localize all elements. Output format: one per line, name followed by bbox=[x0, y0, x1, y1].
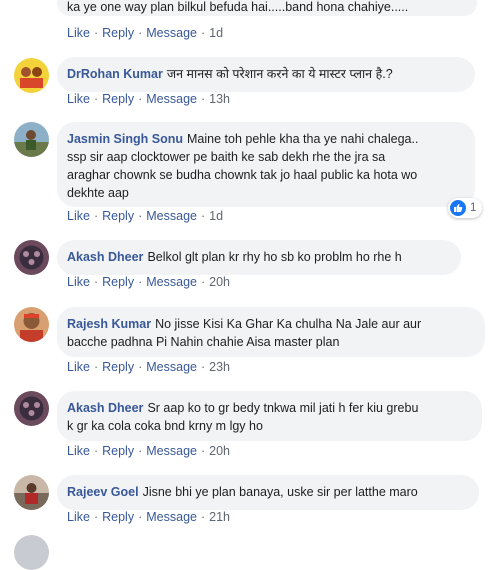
comment-bubble: Rajeev Goel Jisne bhi ye plan banaya, usk… bbox=[57, 475, 479, 510]
comment-actions: Like · Reply · Message · 23h bbox=[67, 360, 230, 374]
comment-actions: Like · Reply · Message · 20h bbox=[67, 275, 230, 289]
separator-dot: · bbox=[200, 510, 206, 524]
separator-dot: · bbox=[93, 444, 99, 458]
like-link[interactable]: Like bbox=[67, 209, 90, 223]
like-link[interactable]: Like bbox=[67, 26, 90, 40]
separator-dot: · bbox=[138, 360, 143, 374]
comment-actions: Like · Reply · Message · 1d bbox=[67, 26, 223, 40]
comment-text: Sr aap ko to gr bedy tnkwa mil jati h fe… bbox=[147, 401, 419, 415]
comment-bubble: Rajesh Kumar No jisse Kisi Ka Ghar Ka chu… bbox=[57, 307, 485, 357]
separator-dot: · bbox=[93, 360, 99, 374]
reply-link[interactable]: Reply bbox=[102, 92, 134, 106]
reaction-count[interactable]: 1 bbox=[448, 198, 483, 218]
comment-actions: Like · Reply · Message · 1d bbox=[67, 209, 223, 223]
reply-link[interactable]: Reply bbox=[102, 275, 134, 289]
separator-dot: · bbox=[200, 209, 206, 223]
comment-author[interactable]: Rajeev Goel bbox=[67, 485, 139, 499]
comment-text: Maine toh pehle kha tha ye nahi chalega.… bbox=[187, 132, 419, 146]
separator-dot: · bbox=[200, 444, 206, 458]
comment-author[interactable]: Jasmin Singh Sonu bbox=[67, 132, 183, 146]
comment-bubble: Akash Dheer Belkol glt plan kr rhy ho sb … bbox=[57, 240, 461, 275]
separator-dot: · bbox=[200, 360, 206, 374]
separator-dot: · bbox=[138, 92, 143, 106]
comment-text: Jisne bhi ye plan banaya, uske sir per l… bbox=[142, 485, 418, 499]
comment-author[interactable]: DrRohan Kumar bbox=[67, 67, 163, 81]
message-link[interactable]: Message bbox=[146, 26, 197, 40]
comment-actions: Like · Reply · Message · 20h bbox=[67, 444, 230, 458]
comment-timestamp[interactable]: 21h bbox=[209, 510, 230, 524]
avatar[interactable] bbox=[14, 535, 49, 570]
comment-text: k gr ka cola coka bnd krny m lgy ho bbox=[67, 419, 263, 433]
reply-link[interactable]: Reply bbox=[102, 209, 134, 223]
like-link[interactable]: Like bbox=[67, 510, 90, 524]
comment-text: Belkol glt plan kr rhy ho sb ko problm h… bbox=[147, 250, 402, 264]
message-link[interactable]: Message bbox=[146, 444, 197, 458]
message-link[interactable]: Message bbox=[146, 510, 197, 524]
message-link[interactable]: Message bbox=[146, 360, 197, 374]
separator-dot: · bbox=[138, 510, 143, 524]
comment-bubble: Jasmin Singh Sonu Maine toh pehle kha tha… bbox=[57, 122, 475, 207]
separator-dot: · bbox=[93, 209, 99, 223]
reply-link[interactable]: Reply bbox=[102, 444, 134, 458]
separator-dot: · bbox=[93, 92, 99, 106]
comment-author[interactable]: Rajesh Kumar bbox=[67, 317, 151, 331]
comment-author[interactable]: Akash Dheer bbox=[67, 401, 143, 415]
separator-dot: · bbox=[138, 275, 143, 289]
like-link[interactable]: Like bbox=[67, 444, 90, 458]
reply-link[interactable]: Reply bbox=[102, 360, 134, 374]
comment-text: araghar chownk se budha chownk tak jo ha… bbox=[67, 168, 418, 182]
comment-timestamp[interactable]: 1d bbox=[209, 209, 223, 223]
like-thumb-icon bbox=[450, 200, 466, 216]
separator-dot: · bbox=[200, 92, 206, 106]
comment-text: जन मानस को परेशान करने का ये मास्टर प्ला… bbox=[166, 67, 393, 81]
reply-link[interactable]: Reply bbox=[102, 510, 134, 524]
comment-actions: Like · Reply · Message · 21h bbox=[67, 510, 230, 524]
comment-timestamp[interactable]: 1d bbox=[209, 26, 223, 40]
like-link[interactable]: Like bbox=[67, 92, 90, 106]
comment-text: ka ye one way plan bilkul befuda hai....… bbox=[67, 0, 409, 14]
separator-dot: · bbox=[200, 275, 206, 289]
like-link[interactable]: Like bbox=[67, 275, 90, 289]
comment-text: ssp sir aap clocktower pe baith ke sab d… bbox=[67, 150, 386, 164]
separator-dot: · bbox=[138, 26, 143, 40]
comment-timestamp[interactable]: 20h bbox=[209, 444, 230, 458]
comment-bubble: ka ye one way plan bilkul befuda hai....… bbox=[57, 0, 477, 16]
separator-dot: · bbox=[138, 209, 143, 223]
comment-bubble: DrRohan Kumar जन मानस को परेशान करने का य… bbox=[57, 57, 475, 92]
avatar[interactable] bbox=[14, 122, 49, 157]
separator-dot: · bbox=[200, 26, 206, 40]
comment-timestamp[interactable]: 13h bbox=[209, 92, 230, 106]
separator-dot: · bbox=[93, 26, 99, 40]
comment-actions: Like · Reply · Message · 13h bbox=[67, 92, 230, 106]
separator-dot: · bbox=[93, 510, 99, 524]
comment-author[interactable]: Akash Dheer bbox=[67, 250, 143, 264]
avatar[interactable] bbox=[14, 391, 49, 426]
comment-text: No jisse Kisi Ka Ghar Ka chulha Na Jale … bbox=[155, 317, 422, 331]
comment-text: bacche padhna Pi Nahin chahie Aisa maste… bbox=[67, 335, 340, 349]
avatar[interactable] bbox=[14, 475, 49, 510]
avatar[interactable] bbox=[14, 240, 49, 275]
like-link[interactable]: Like bbox=[67, 360, 90, 374]
avatar[interactable] bbox=[14, 307, 49, 342]
comment-bubble: Akash Dheer Sr aap ko to gr bedy tnkwa mi… bbox=[57, 391, 482, 441]
reaction-count-text: 1 bbox=[470, 202, 477, 214]
reply-link[interactable]: Reply bbox=[102, 26, 134, 40]
separator-dot: · bbox=[138, 444, 143, 458]
comment-timestamp[interactable]: 23h bbox=[209, 360, 230, 374]
message-link[interactable]: Message bbox=[146, 209, 197, 223]
separator-dot: · bbox=[93, 275, 99, 289]
avatar[interactable] bbox=[14, 58, 49, 93]
comment-text: dekhte aap bbox=[67, 186, 129, 200]
comment-timestamp[interactable]: 20h bbox=[209, 275, 230, 289]
message-link[interactable]: Message bbox=[146, 92, 197, 106]
message-link[interactable]: Message bbox=[146, 275, 197, 289]
